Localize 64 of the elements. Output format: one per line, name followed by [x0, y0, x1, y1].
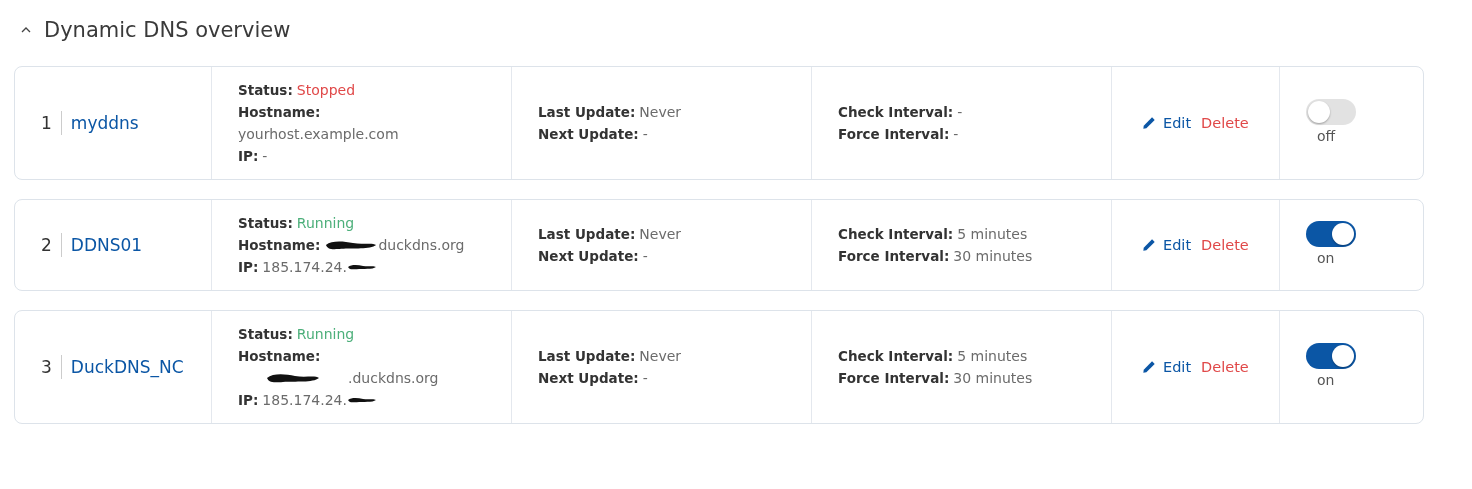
next-update-value: - — [642, 125, 648, 144]
hostname-label: Hostname: — [238, 103, 321, 122]
last-update-value: Never — [639, 225, 682, 244]
hostname-value: yourhost.example.com — [238, 125, 399, 144]
entry-name-link[interactable]: myddns — [61, 112, 139, 134]
delete-link[interactable]: Delete — [1201, 356, 1249, 378]
ip-label: IP: — [238, 147, 259, 166]
delete-link[interactable]: Delete — [1201, 112, 1249, 134]
ip-value: 185.174.24. — [262, 258, 347, 277]
hostname-label: Hostname: — [238, 236, 321, 255]
status-label: Status: — [238, 325, 293, 344]
section-title: Dynamic DNS overview — [44, 18, 291, 42]
hostname-value: .duckdns.org — [348, 369, 439, 388]
ip-value: 185.174.24. — [262, 391, 347, 410]
force-interval-label: Force Interval: — [838, 125, 950, 144]
last-update-label: Last Update: — [538, 347, 636, 366]
edit-link[interactable]: Edit — [1142, 112, 1192, 134]
check-interval-value: 5 minutes — [957, 347, 1028, 366]
pencil-icon — [1142, 116, 1156, 130]
status-value: Running — [296, 214, 355, 233]
next-update-value: - — [642, 369, 648, 388]
toggle-switch[interactable] — [1306, 221, 1356, 247]
next-update-value: - — [642, 247, 648, 266]
entry-name-link[interactable]: DDNS01 — [61, 234, 143, 256]
next-update-label: Next Update: — [538, 247, 639, 266]
status-value: Running — [296, 325, 355, 344]
toggle-switch[interactable] — [1306, 343, 1356, 369]
toggle-switch[interactable] — [1306, 99, 1356, 125]
hostname-value: duckdns.org — [378, 236, 465, 255]
last-update-value: Never — [639, 347, 682, 366]
last-update-label: Last Update: — [538, 103, 636, 122]
entry-index: 2 — [41, 233, 62, 257]
pencil-icon — [1142, 360, 1156, 374]
next-update-label: Next Update: — [538, 369, 639, 388]
delete-link[interactable]: Delete — [1201, 234, 1249, 256]
check-interval-value: - — [957, 103, 963, 122]
hostname-label: Hostname: — [238, 347, 321, 366]
last-update-value: Never — [639, 103, 682, 122]
ip-value: - — [262, 147, 268, 166]
status-label: Status: — [238, 81, 293, 100]
force-interval-label: Force Interval: — [838, 247, 950, 266]
check-interval-label: Check Interval: — [838, 347, 954, 366]
status-value: Stopped — [296, 81, 355, 100]
force-interval-value: - — [953, 125, 959, 144]
ip-label: IP: — [238, 258, 259, 277]
entry-index: 1 — [41, 111, 62, 135]
entry-index: 3 — [41, 355, 62, 379]
pencil-icon — [1142, 238, 1156, 252]
check-interval-value: 5 minutes — [957, 225, 1028, 244]
edit-link[interactable]: Edit — [1142, 234, 1192, 256]
toggle-state-label: on — [1316, 371, 1335, 390]
status-label: Status: — [238, 214, 293, 233]
edit-link[interactable]: Edit — [1142, 356, 1192, 378]
ip-label: IP: — [238, 391, 259, 410]
force-interval-label: Force Interval: — [838, 369, 950, 388]
check-interval-label: Check Interval: — [838, 103, 954, 122]
entry-name-link[interactable]: DuckDNS_NC — [61, 356, 184, 378]
toggle-state-label: off — [1316, 127, 1336, 146]
check-interval-label: Check Interval: — [838, 225, 954, 244]
next-update-label: Next Update: — [538, 125, 639, 144]
force-interval-value: 30 minutes — [953, 247, 1033, 266]
last-update-label: Last Update: — [538, 225, 636, 244]
force-interval-value: 30 minutes — [953, 369, 1033, 388]
toggle-state-label: on — [1316, 249, 1335, 268]
